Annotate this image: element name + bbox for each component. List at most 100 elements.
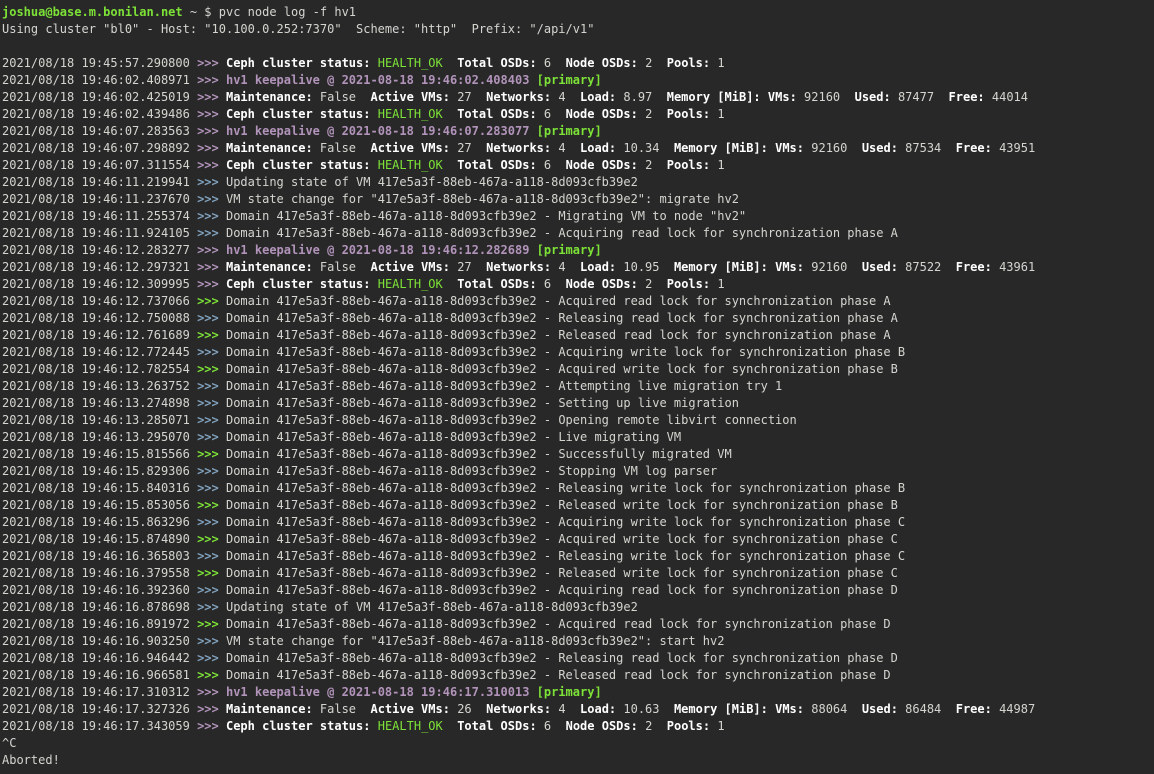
log-arrow-icon: >>>: [197, 294, 226, 308]
memory-label: Memory [MiB]:: [674, 141, 768, 155]
event-text: Domain 417e5a3f-88eb-467a-a118-8d093cfb3…: [226, 430, 681, 444]
log-timestamp: 2021/08/18 19:46:11.255374: [2, 209, 197, 223]
log-timestamp: 2021/08/18 19:46:16.365803: [2, 549, 197, 563]
log-line: 2021/08/18 19:46:17.343059 >>> Ceph clus…: [2, 718, 1154, 735]
abort-line: Aborted!: [2, 752, 1154, 769]
log-timestamp: 2021/08/18 19:46:15.829306: [2, 464, 197, 478]
node-osds-label: Node OSDs:: [566, 107, 638, 121]
log-line: 2021/08/18 19:46:17.327326 >>> Maintenan…: [2, 701, 1154, 718]
memory-free-label: Free:: [956, 260, 992, 274]
keepalive-text: hv1 keepalive @ 2021-08-18 19:46:07.2830…: [226, 124, 529, 138]
log-arrow-icon: >>>: [197, 243, 226, 257]
log-timestamp: 2021/08/18 19:46:12.737066: [2, 294, 197, 308]
active-vms-label: Active VMs:: [370, 702, 449, 716]
node-osds-label: Node OSDs:: [566, 56, 638, 70]
log-arrow-icon: >>>: [197, 192, 226, 206]
memory-vms-label: VMs:: [768, 90, 797, 104]
log-timestamp: 2021/08/18 19:46:12.297321: [2, 260, 197, 274]
event-text: Domain 417e5a3f-88eb-467a-a118-8d093cfb3…: [226, 328, 891, 342]
log-line: 2021/08/18 19:46:15.829306 >>> Domain 41…: [2, 463, 1154, 480]
log-line: 2021/08/18 19:46:12.772445 >>> Domain 41…: [2, 344, 1154, 361]
log-line: 2021/08/18 19:46:07.283563 >>> hv1 keepa…: [2, 123, 1154, 140]
memory-vms-label: VMs:: [775, 260, 804, 274]
log-timestamp: 2021/08/18 19:46:02.439486: [2, 107, 197, 121]
log-arrow-icon: >>>: [197, 56, 226, 70]
pools-label: Pools:: [667, 56, 710, 70]
log-arrow-icon: >>>: [197, 617, 226, 631]
log-line: 2021/08/18 19:46:13.295070 >>> Domain 41…: [2, 429, 1154, 446]
total-osds-label: Total OSDs:: [457, 158, 536, 172]
log-timestamp: 2021/08/18 19:46:13.285071: [2, 413, 197, 427]
log-timestamp: 2021/08/18 19:46:16.878698: [2, 600, 197, 614]
log-arrow-icon: >>>: [197, 668, 226, 682]
networks-label: Networks:: [486, 90, 551, 104]
log-timestamp: 2021/08/18 19:46:15.863296: [2, 515, 197, 529]
event-text: Domain 417e5a3f-88eb-467a-a118-8d093cfb3…: [226, 464, 717, 478]
log-arrow-icon: >>>: [197, 549, 226, 563]
log-timestamp: 2021/08/18 19:46:17.327326: [2, 702, 197, 716]
log-line: 2021/08/18 19:46:11.924105 >>> Domain 41…: [2, 225, 1154, 242]
log-line: 2021/08/18 19:46:12.782554 >>> Domain 41…: [2, 361, 1154, 378]
log-arrow-icon: >>>: [197, 651, 226, 665]
primary-tag: [primary]: [537, 243, 602, 257]
health-status-value: HEALTH_OK: [378, 56, 443, 70]
log-arrow-icon: >>>: [197, 702, 226, 716]
log-line: 2021/08/18 19:46:15.815566 >>> Domain 41…: [2, 446, 1154, 463]
prompt-user-host: joshua@base.m.bonilan.net: [2, 5, 183, 19]
log-timestamp: 2021/08/18 19:46:12.761689: [2, 328, 197, 342]
log-arrow-icon: >>>: [197, 107, 226, 121]
event-text: Domain 417e5a3f-88eb-467a-a118-8d093cfb3…: [226, 498, 898, 512]
log-timestamp: 2021/08/18 19:46:16.392360: [2, 583, 197, 597]
log-line: 2021/08/18 19:46:16.379558 >>> Domain 41…: [2, 565, 1154, 582]
memory-label: Memory [MiB]:: [674, 702, 768, 716]
total-osds-label: Total OSDs:: [457, 56, 536, 70]
memory-used-label: Used:: [862, 702, 898, 716]
maintenance-label: Maintenance:: [226, 702, 313, 716]
log-timestamp: 2021/08/18 19:46:07.311554: [2, 158, 197, 172]
event-text: Domain 417e5a3f-88eb-467a-a118-8d093cfb3…: [226, 566, 898, 580]
log-line: 2021/08/18 19:46:16.891972 >>> Domain 41…: [2, 616, 1154, 633]
health-status-value: HEALTH_OK: [378, 158, 443, 172]
log-arrow-icon: >>>: [197, 260, 226, 274]
log-timestamp: 2021/08/18 19:46:13.263752: [2, 379, 197, 393]
log-timestamp: 2021/08/18 19:46:12.772445: [2, 345, 197, 359]
networks-label: Networks:: [486, 702, 551, 716]
log-timestamp: 2021/08/18 19:46:12.283277: [2, 243, 197, 257]
log-timestamp: 2021/08/18 19:46:15.853056: [2, 498, 197, 512]
log-timestamp: 2021/08/18 19:46:12.782554: [2, 362, 197, 376]
log-arrow-icon: >>>: [197, 481, 226, 495]
ceph-status-label: Ceph cluster status:: [226, 719, 371, 733]
log-arrow-icon: >>>: [197, 277, 226, 291]
prompt-suffix: ~ $: [183, 5, 219, 19]
maintenance-label: Maintenance:: [226, 260, 313, 274]
ceph-status-label: Ceph cluster status:: [226, 56, 371, 70]
active-vms-label: Active VMs:: [370, 260, 449, 274]
log-arrow-icon: >>>: [197, 515, 226, 529]
event-text: Domain 417e5a3f-88eb-467a-a118-8d093cfb3…: [226, 362, 898, 376]
log-arrow-icon: >>>: [197, 583, 226, 597]
memory-label: Memory [MiB]:: [674, 260, 768, 274]
log-arrow-icon: >>>: [197, 685, 226, 699]
event-text: Domain 417e5a3f-88eb-467a-a118-8d093cfb3…: [226, 481, 905, 495]
cluster-info-line: Using cluster "bl0" - Host: "10.100.0.25…: [2, 21, 1154, 38]
event-text: Domain 417e5a3f-88eb-467a-a118-8d093cfb3…: [226, 396, 739, 410]
health-status-value: HEALTH_OK: [378, 277, 443, 291]
ceph-status-label: Ceph cluster status:: [226, 158, 371, 172]
log-timestamp: 2021/08/18 19:46:17.310312: [2, 685, 197, 699]
log-arrow-icon: >>>: [197, 634, 226, 648]
event-text: Domain 417e5a3f-88eb-467a-a118-8d093cfb3…: [226, 413, 797, 427]
log-line: 2021/08/18 19:46:13.274898 >>> Domain 41…: [2, 395, 1154, 412]
log-arrow-icon: >>>: [197, 73, 226, 87]
log-line: 2021/08/18 19:46:12.761689 >>> Domain 41…: [2, 327, 1154, 344]
pools-label: Pools:: [667, 719, 710, 733]
log-arrow-icon: >>>: [197, 345, 226, 359]
log-timestamp: 2021/08/18 19:46:12.750088: [2, 311, 197, 325]
total-osds-label: Total OSDs:: [457, 277, 536, 291]
event-text: Domain 417e5a3f-88eb-467a-a118-8d093cfb3…: [226, 294, 891, 308]
log-timestamp: 2021/08/18 19:46:07.298892: [2, 141, 197, 155]
keepalive-text: hv1 keepalive @ 2021-08-18 19:46:02.4084…: [226, 73, 529, 87]
pools-label: Pools:: [667, 107, 710, 121]
log-arrow-icon: >>>: [197, 600, 226, 614]
health-status-value: HEALTH_OK: [378, 719, 443, 733]
log-arrow-icon: >>>: [197, 124, 226, 138]
